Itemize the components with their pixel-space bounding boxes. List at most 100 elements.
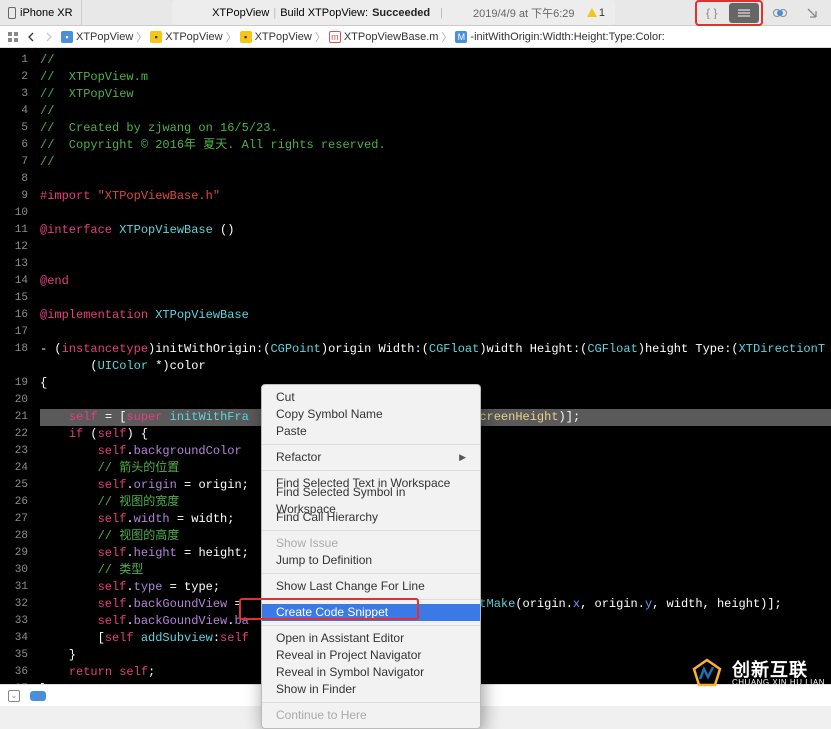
project-icon: ▪: [61, 31, 73, 43]
submenu-arrow-icon: ▶: [459, 449, 466, 466]
code-line[interactable]: // XTPopView: [40, 86, 831, 103]
code-line[interactable]: //: [40, 154, 831, 171]
line-number: 7: [0, 154, 28, 171]
line-number: 11: [0, 222, 28, 239]
filter-button[interactable]: ⌄: [8, 690, 20, 702]
menu-item-label: Refactor: [276, 449, 321, 466]
m-file-icon: m: [329, 31, 341, 43]
menu-separator: [262, 599, 480, 600]
breadcrumb-label: -initWithOrigin:Width:Height:Type:Color:: [470, 31, 664, 43]
code-line[interactable]: // Created by zjwang on 16/5/23.: [40, 120, 831, 137]
editor-mode-highlight: { }: [695, 0, 763, 26]
menu-item-show-in-finder[interactable]: Show in Finder: [262, 681, 480, 698]
code-line[interactable]: [40, 171, 831, 188]
line-number: 25: [0, 477, 28, 494]
line-gutter: 1234567891011121314151617181920212223242…: [0, 48, 34, 684]
menu-item-show-issue: Show Issue: [262, 535, 480, 552]
line-number: 9: [0, 188, 28, 205]
code-line[interactable]: [40, 324, 831, 341]
back-button[interactable]: [22, 28, 40, 46]
code-line[interactable]: [40, 205, 831, 222]
code-line[interactable]: @interface XTPopViewBase (): [40, 222, 831, 239]
line-number: 2: [0, 69, 28, 86]
code-line[interactable]: #import "XTPopViewBase.h": [40, 188, 831, 205]
device-label: iPhone XR: [20, 7, 73, 19]
arrow-button[interactable]: [797, 3, 827, 23]
chevron-right-icon: 〉: [315, 29, 326, 45]
grid-icon: [7, 31, 19, 43]
warning-icon: [587, 8, 597, 17]
line-number: 35: [0, 647, 28, 664]
line-number: 1: [0, 52, 28, 69]
warning-count: 1: [599, 7, 605, 19]
menu-item-cut[interactable]: Cut: [262, 389, 480, 406]
lines-icon: [737, 8, 751, 18]
code-line[interactable]: [40, 239, 831, 256]
line-number: 6: [0, 137, 28, 154]
code-line[interactable]: //: [40, 103, 831, 120]
breadcrumb-label: XTPopView: [255, 31, 312, 43]
line-number: 13: [0, 256, 28, 273]
phone-icon: [8, 7, 16, 19]
build-status-bar[interactable]: XTPopView | Build XTPopView: Succeeded |…: [172, 0, 615, 25]
code-line[interactable]: @implementation XTPopViewBase: [40, 307, 831, 324]
line-number: 19: [0, 375, 28, 392]
menu-item-create-code-snippet[interactable]: Create Code Snippet: [262, 604, 480, 621]
line-number: 29: [0, 545, 28, 562]
code-line[interactable]: // Copyright © 2016年 夏天. All rights rese…: [40, 137, 831, 154]
separator: |: [440, 7, 443, 19]
logo-en: CHUANG XIN HU LIAN: [732, 679, 825, 687]
breadcrumb-item[interactable]: ▪ XTPopView: [58, 31, 136, 43]
code-line[interactable]: //: [40, 52, 831, 69]
code-line[interactable]: // XTPopView.m: [40, 69, 831, 86]
forward-button[interactable]: [40, 28, 58, 46]
line-number: 24: [0, 460, 28, 477]
line-number: 36: [0, 664, 28, 681]
device-selector[interactable]: iPhone XR: [0, 0, 82, 25]
warning-badge[interactable]: 1: [587, 7, 605, 19]
chevron-right-icon: 〉: [441, 29, 452, 45]
code-line[interactable]: (UIColor *)color: [40, 358, 831, 375]
menu-item-jump-to-definition[interactable]: Jump to Definition: [262, 552, 480, 569]
chevron-right-icon: [45, 32, 53, 42]
line-number: 8: [0, 171, 28, 188]
code-line[interactable]: @end: [40, 273, 831, 290]
menu-item-label: Create Code Snippet: [276, 604, 388, 621]
breadcrumb-item[interactable]: M -initWithOrigin:Width:Height:Type:Colo…: [452, 31, 667, 43]
menu-item-refactor[interactable]: Refactor ▶: [262, 449, 480, 466]
code-line[interactable]: [40, 290, 831, 307]
menu-separator: [262, 625, 480, 626]
standard-editor-button[interactable]: { }: [699, 3, 729, 23]
context-menu: CutCopy Symbol NamePaste Refactor ▶ Find Se…: [261, 384, 481, 729]
line-number: 32: [0, 596, 28, 613]
line-number: 3: [0, 86, 28, 103]
folder-icon: ▪: [240, 31, 252, 43]
menu-item-reveal-in-symbol-navigator[interactable]: Reveal in Symbol Navigator: [262, 664, 480, 681]
menu-item-label: Continue to Here: [276, 707, 367, 724]
menu-item-label: Jump to Definition: [276, 552, 372, 569]
menu-item-copy-symbol-name[interactable]: Copy Symbol Name: [262, 406, 480, 423]
logo-icon: [690, 657, 724, 691]
line-number: 5: [0, 120, 28, 137]
line-number: 17: [0, 324, 28, 341]
breadcrumb-item[interactable]: ▪ XTPopView: [147, 31, 225, 43]
menu-item-find-selected-symbol-in-workspace[interactable]: Find Selected Symbol in Workspace: [262, 492, 480, 509]
watermark-logo: 创新互联 CHUANG XIN HU LIAN: [690, 657, 825, 691]
breadcrumb-item[interactable]: ▪ XTPopView: [237, 31, 315, 43]
breadcrumb-item[interactable]: m XTPopViewBase.m: [326, 31, 442, 43]
build-left: XTPopView | Build XTPopView: Succeeded: [212, 7, 430, 19]
line-number: 14: [0, 273, 28, 290]
menu-item-open-in-assistant-editor[interactable]: Open in Assistant Editor: [262, 630, 480, 647]
menu-item-paste[interactable]: Paste: [262, 423, 480, 440]
assistant-editor-button[interactable]: [729, 3, 759, 23]
code-line[interactable]: [40, 256, 831, 273]
line-number: 31: [0, 579, 28, 596]
breadcrumb-label: XTPopView: [165, 31, 222, 43]
menu-item-reveal-in-project-navigator[interactable]: Reveal in Project Navigator: [262, 647, 480, 664]
menu-item-show-last-change-for-line[interactable]: Show Last Change For Line: [262, 578, 480, 595]
code-line[interactable]: - (instancetype)initWithOrigin:(CGPoint)…: [40, 341, 831, 358]
line-number: 10: [0, 205, 28, 222]
related-items-button[interactable]: [4, 28, 22, 46]
scope-button[interactable]: [30, 691, 46, 701]
line-number: 27: [0, 511, 28, 528]
